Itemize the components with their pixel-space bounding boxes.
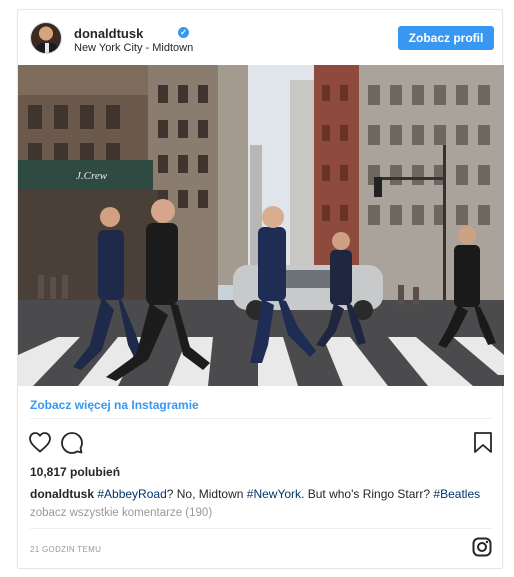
post-header: donaldtusk ✓ New York City - Midtown Zob… xyxy=(18,10,504,65)
store-sign-text: J.Crew xyxy=(76,170,108,182)
caption-text: . But who's Ringo Starr? xyxy=(301,487,434,501)
likes-count[interactable]: 10,817 polubień xyxy=(30,465,120,479)
post-photo[interactable]: J.Crew xyxy=(18,65,504,386)
divider xyxy=(30,418,492,419)
instagram-embed-card: donaldtusk ✓ New York City - Midtown Zob… xyxy=(17,9,504,569)
view-profile-button[interactable]: Zobacz profil xyxy=(398,26,494,50)
instagram-logo-icon[interactable] xyxy=(472,537,492,557)
location-link[interactable]: New York City - Midtown xyxy=(74,42,193,54)
post-caption: donaldtusk #AbbeyRoad? No, Midtown #NewY… xyxy=(30,487,480,501)
hashtag-link[interactable]: #Beatles xyxy=(433,487,480,501)
post-timestamp[interactable]: 21 GODZIN TEMU xyxy=(30,545,101,554)
avatar[interactable] xyxy=(30,22,62,54)
comment-icon[interactable] xyxy=(60,431,84,454)
street-scene-image: J.Crew xyxy=(18,65,504,386)
view-all-comments-link[interactable]: zobacz wszystkie komentarze (190) xyxy=(30,507,212,519)
verified-badge-icon: ✓ xyxy=(178,27,189,38)
bookmark-icon[interactable] xyxy=(473,431,493,454)
username-link[interactable]: donaldtusk xyxy=(74,26,143,41)
hashtag-link[interactable]: #AbbeyRoad xyxy=(97,487,166,501)
divider xyxy=(30,528,492,529)
avatar-shirt xyxy=(45,43,49,53)
caption-text: ? No, Midtown xyxy=(166,487,247,501)
see-more-on-instagram-link[interactable]: Zobacz więcej na Instagramie xyxy=(30,398,199,412)
caption-username-link[interactable]: donaldtusk xyxy=(30,487,94,501)
heart-icon[interactable] xyxy=(28,431,52,453)
hashtag-link[interactable]: #NewYork xyxy=(247,487,301,501)
